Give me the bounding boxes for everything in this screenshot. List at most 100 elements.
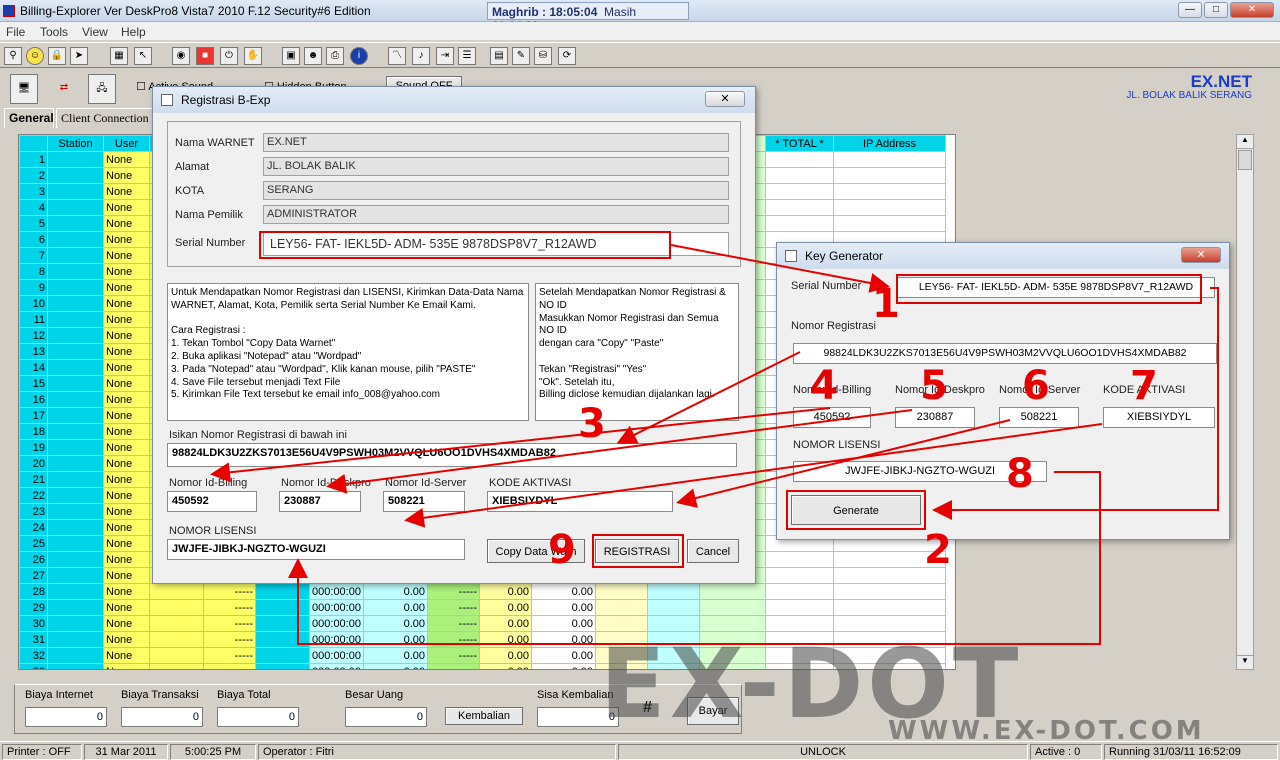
biaya-total-field[interactable]: 0 — [217, 707, 299, 727]
brand-block: EX.NET JL. BOLAK BALIK SERANG — [1126, 72, 1252, 101]
arrow-icon[interactable]: ➤ — [70, 47, 88, 65]
stop-icon[interactable]: ■ — [196, 47, 214, 65]
sisa-kembalian-field[interactable]: 0 — [537, 707, 619, 727]
biaya-internet-field[interactable]: 0 — [25, 707, 107, 727]
user-cell: None — [103, 503, 150, 520]
grid-header-ip[interactable]: IP Address — [833, 135, 946, 152]
keygen-close-button[interactable]: ✕ — [1181, 247, 1221, 263]
grid-scrollbar[interactable]: ▲ ▼ — [1236, 134, 1254, 670]
kode-aktivasi-field[interactable]: XIEBSIYDYL — [487, 491, 673, 512]
kg-lisensi-label: NOMOR LISENSI — [793, 439, 881, 451]
time-cell: 000:00:00 — [309, 647, 364, 664]
tab-general[interactable]: General — [4, 108, 54, 128]
biaya-transaksi-field[interactable]: 0 — [121, 707, 203, 727]
generate-button[interactable]: Generate — [791, 495, 921, 525]
kg-id-server-field[interactable]: 508221 — [999, 407, 1079, 428]
table-row[interactable]: 33None-----000:00:000.00-----0.000.00 — [19, 663, 946, 669]
dash-cell: ----- — [427, 631, 480, 648]
user-cell: None — [103, 631, 150, 648]
menu-file[interactable]: File — [6, 25, 25, 39]
shutdown-icon[interactable]: ⏻ — [220, 47, 238, 65]
kembalian-button[interactable]: Kembalian — [445, 707, 523, 725]
users-icon[interactable]: ☻ — [304, 47, 322, 65]
printer-icon[interactable]: ⎙ — [326, 47, 344, 65]
menu-tools[interactable]: Tools — [40, 25, 68, 39]
eye-icon[interactable]: ◉ — [172, 47, 190, 65]
speaker-icon[interactable]: ♪ — [412, 47, 430, 65]
alamat-field[interactable]: JL. BOLAK BALIK — [263, 157, 729, 176]
station-cell — [47, 295, 104, 312]
window-title: Billing-Explorer Ver DeskPro8 Vista7 201… — [20, 4, 371, 18]
row-number: 8 — [19, 263, 48, 280]
pc-icon[interactable]: ▣ — [282, 47, 300, 65]
table-row[interactable]: 31 None ----- 000:00:00 0.00 ----- 0.00 0.00 — [19, 631, 946, 648]
lock-icon[interactable]: 🔒 — [48, 47, 66, 65]
cara-registrasi-text: Untuk Mendapatkan Nomor Registrasi dan L… — [167, 283, 529, 421]
table-row[interactable]: 32 None ----- 000:00:00 0.00 ----- 0.00 0.00 — [19, 647, 946, 664]
registrasi-button[interactable]: REGISTRASI — [595, 539, 679, 563]
nomor-lisensi-field[interactable]: JWJFE-JIBKJ-NGZTO-WGUZI — [167, 539, 465, 560]
kg-serial-field[interactable]: LEY56- FAT- IEKL5D- ADM- 535E 9878DSP8V7… — [897, 277, 1215, 298]
server-icon[interactable]: 🖧 — [88, 74, 116, 104]
grid-header-no — [19, 135, 48, 152]
hand-icon[interactable]: ✋ — [244, 47, 262, 65]
serial-number-field[interactable]: LEY56- FAT- IEKL5D- ADM- 535E 9878DSP8V7… — [263, 232, 729, 256]
bayar-button[interactable]: Bayar — [687, 697, 739, 725]
id-billing-field[interactable]: 450592 — [167, 491, 257, 512]
pemilik-field[interactable]: ADMINISTRATOR — [263, 205, 729, 224]
kg-id-deskpro-field[interactable]: 230887 — [895, 407, 975, 428]
cursor-icon[interactable]: ↖ — [134, 47, 152, 65]
kota-field[interactable]: SERANG — [263, 181, 729, 200]
close-button[interactable]: ✕ — [1230, 2, 1274, 18]
chart-icon[interactable]: 〽 — [388, 47, 406, 65]
grid-header-station[interactable]: Station — [47, 135, 104, 152]
grid-header-user[interactable]: User — [103, 135, 150, 152]
amount-cell: 0.00 — [531, 599, 596, 616]
report-icon[interactable]: ☰ — [458, 47, 476, 65]
brand-name: EX.NET — [1190, 72, 1252, 91]
menu-view[interactable]: View — [82, 25, 108, 39]
maximize-button[interactable]: □ — [1204, 2, 1228, 18]
info-icon[interactable]: i — [350, 47, 368, 65]
station-cell — [47, 535, 104, 552]
connect-icon[interactable]: ⇄ — [48, 80, 80, 98]
minimize-button[interactable]: — — [1178, 2, 1202, 18]
status-date: 31 Mar 2011 — [84, 744, 168, 760]
user-cell: None — [103, 455, 150, 472]
scroll-thumb[interactable] — [1238, 150, 1252, 170]
cancel-button[interactable]: Cancel — [687, 539, 739, 563]
scroll-up-icon[interactable]: ▲ — [1237, 135, 1253, 149]
nama-warnet-field[interactable]: EX.NET — [263, 133, 729, 152]
registrasi-close-button[interactable]: ✕ — [705, 91, 745, 107]
pen-icon[interactable]: ✎ — [512, 47, 530, 65]
grid-header-total[interactable]: * TOTAL * — [765, 135, 834, 152]
registrasi-dialog: Registrasi B-Exp ✕ Nama WARNET EX.NET Al… — [152, 86, 756, 584]
status-lock: UNLOCK — [618, 744, 1028, 760]
computer-icon[interactable]: 🖥 — [10, 74, 38, 104]
amount-cell: 0.00 — [479, 663, 532, 669]
amount-cell: 0.00 — [479, 615, 532, 632]
besar-uang-field[interactable]: 0 — [345, 707, 427, 727]
id-server-field[interactable]: 508221 — [383, 491, 465, 512]
id-deskpro-field[interactable]: 230887 — [279, 491, 361, 512]
table-row[interactable]: 30 None ----- 000:00:00 0.00 ----- 0.00 0.00 — [19, 615, 946, 632]
nomor-registrasi-field[interactable]: 98824LDK3U2ZKS7013E56U4V9PSWH03M2VVQLU6O… — [167, 443, 737, 467]
calculator-icon[interactable]: ▤ — [490, 47, 508, 65]
row-number: 28 — [19, 583, 48, 600]
table-row[interactable]: 29 None ----- 000:00:00 0.00 ----- 0.00 0.00 — [19, 599, 946, 616]
row-number: 16 — [19, 391, 48, 408]
kg-nomor-reg-field[interactable]: 98824LDK3U2ZKS7013E56U4V9PSWH03M2VVQLU6O… — [793, 343, 1217, 364]
table-row[interactable]: 28 None ----- 000:00:00 0.00 ----- 0.00 0.00 — [19, 583, 946, 600]
binoculars-icon[interactable]: ⚲ — [4, 47, 22, 65]
kg-kode-field[interactable]: XIEBSIYDYL — [1103, 407, 1215, 428]
amount-cell: 0.00 — [531, 663, 596, 669]
dash-cell: ----- — [203, 599, 256, 616]
smiley-icon[interactable]: ☺ — [26, 47, 44, 65]
refresh-icon[interactable]: ⟳ — [558, 47, 576, 65]
database-icon[interactable]: ⛁ — [534, 47, 552, 65]
menu-help[interactable]: Help — [121, 25, 146, 39]
kg-id-billing-field[interactable]: 450592 — [793, 407, 871, 428]
export-icon[interactable]: ⇥ — [436, 47, 454, 65]
scroll-down-icon[interactable]: ▼ — [1237, 655, 1253, 669]
network-icon[interactable]: ▦ — [110, 47, 128, 65]
